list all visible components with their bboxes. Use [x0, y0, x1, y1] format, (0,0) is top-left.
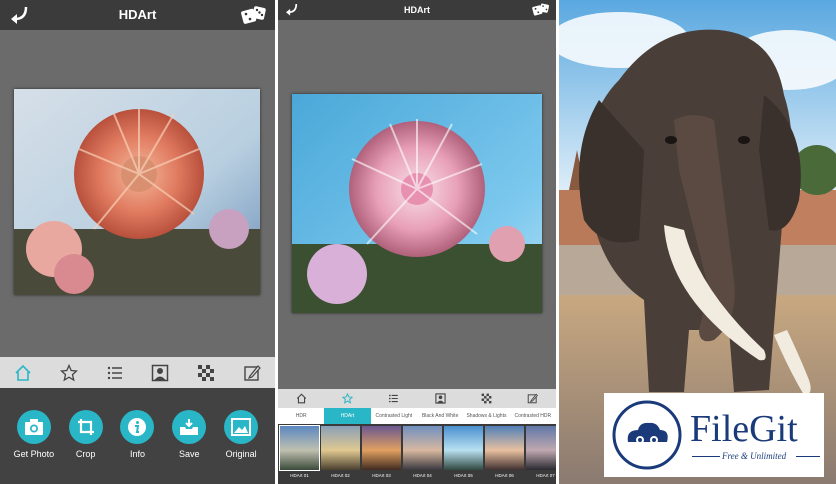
action-label: Save	[179, 449, 200, 459]
screen-3: FileGit Free & Unlimited	[559, 0, 836, 484]
original-icon	[231, 418, 252, 436]
edited-photo	[14, 89, 260, 295]
save-icon	[180, 419, 199, 435]
action-label: Info	[129, 449, 145, 459]
app-title: HDArt	[404, 5, 430, 15]
action-circle	[224, 410, 259, 444]
info-icon	[128, 418, 147, 436]
filter-thumbnail[interactable]: HDArt 02	[321, 426, 360, 482]
filter-thumbnail[interactable]: HDArt 05	[444, 426, 483, 482]
filter-thumbnail[interactable]: HDArt 03	[362, 426, 401, 482]
thumbnail-image	[403, 426, 442, 470]
thumbnail-image	[321, 426, 360, 470]
camera-icon	[24, 419, 43, 435]
thumbnail-label: HDArt 02	[331, 473, 350, 478]
action-label: Original	[225, 449, 257, 459]
edit-icon[interactable]	[243, 364, 261, 382]
title-bar: HDArt	[0, 0, 275, 30]
tab-black-and-white[interactable]: Black And White	[417, 408, 463, 424]
star-icon[interactable]	[59, 363, 78, 382]
action-circle	[172, 410, 207, 444]
crop-icon	[77, 419, 94, 435]
thumbnail-label: HDArt 04	[413, 473, 432, 478]
thumbnail-label: HDArt 07	[536, 473, 555, 478]
action-label: Get Photo	[13, 449, 55, 459]
thumbnail-label: HDArt 01	[290, 473, 309, 478]
tool-toolbar	[0, 357, 275, 388]
thumbnail-image	[279, 425, 320, 471]
filter-thumbnail[interactable]: HDArt 06	[485, 426, 524, 482]
dice-icon[interactable]	[532, 2, 550, 17]
tool-toolbar	[278, 389, 556, 408]
list-icon[interactable]	[106, 364, 124, 382]
thumbnail-label: HDArt 05	[454, 473, 473, 478]
checker-icon[interactable]	[197, 364, 215, 382]
thumbnail-image	[526, 426, 556, 470]
portrait-icon[interactable]	[151, 364, 169, 382]
original-button[interactable]: Original	[219, 410, 263, 459]
action-circle	[120, 410, 155, 444]
crop-button[interactable]: Crop	[64, 410, 108, 459]
filegit-watermark: FileGit Free & Unlimited	[604, 393, 824, 477]
thumbnail-image	[362, 426, 401, 470]
filegit-logo	[612, 400, 682, 470]
filter-thumbnails: HDArt 01 HDArt 02 HDArt 03 HDArt 04 HDAr…	[278, 424, 556, 484]
filter-thumbnail[interactable]: HDArt 01	[279, 425, 320, 482]
app-title: HDArt	[118, 7, 157, 22]
info-button[interactable]: Info	[115, 410, 159, 459]
star-icon[interactable]	[341, 393, 353, 404]
preview-photo	[292, 94, 542, 313]
get-photo-button[interactable]: Get Photo	[12, 410, 56, 459]
action-label: Crop	[75, 449, 96, 459]
tab-hdr[interactable]: HDR	[278, 408, 324, 424]
home-icon[interactable]	[14, 364, 32, 382]
tab-contrasted-hdr[interactable]: Contrasted HDR	[510, 408, 556, 424]
save-button[interactable]: Save	[167, 410, 211, 459]
dice-icon[interactable]	[241, 4, 267, 26]
portrait-icon[interactable]	[435, 393, 446, 404]
filegit-brand: FileGit	[690, 408, 798, 450]
edit-icon[interactable]	[527, 393, 539, 404]
filter-thumbnail[interactable]: HDArt 04	[403, 426, 442, 482]
tab-shadows-lights[interactable]: Shadows & Lights	[463, 408, 509, 424]
action-bar: Get Photo Crop Info Save Original	[0, 388, 275, 484]
title-bar: HDArt	[278, 0, 556, 20]
filter-thumbnail[interactable]: HDArt 07	[526, 426, 556, 482]
thumbnail-image	[485, 426, 524, 470]
divider	[796, 456, 820, 457]
home-icon[interactable]	[296, 393, 307, 404]
thumbnail-label: HDArt 03	[372, 473, 391, 478]
filegit-tagline: Free & Unlimited	[722, 451, 787, 461]
list-icon[interactable]	[388, 393, 399, 404]
action-circle	[68, 410, 103, 444]
checker-icon[interactable]	[481, 393, 492, 404]
thumbnail-image	[444, 426, 483, 470]
screen-2: HDArt HDR HDArt Contrasted Light Black A…	[278, 0, 556, 484]
filter-tabs: HDR HDArt Contrasted Light Black And Whi…	[278, 408, 556, 424]
screen-1: HDArt Get Photo Crop Info Save Original	[0, 0, 275, 484]
tab-contrasted-light[interactable]: Contrasted Light	[371, 408, 417, 424]
divider	[692, 456, 720, 457]
tab-hdart[interactable]: HDArt	[324, 408, 371, 424]
action-circle	[16, 410, 51, 444]
thumbnail-label: HDArt 06	[495, 473, 514, 478]
